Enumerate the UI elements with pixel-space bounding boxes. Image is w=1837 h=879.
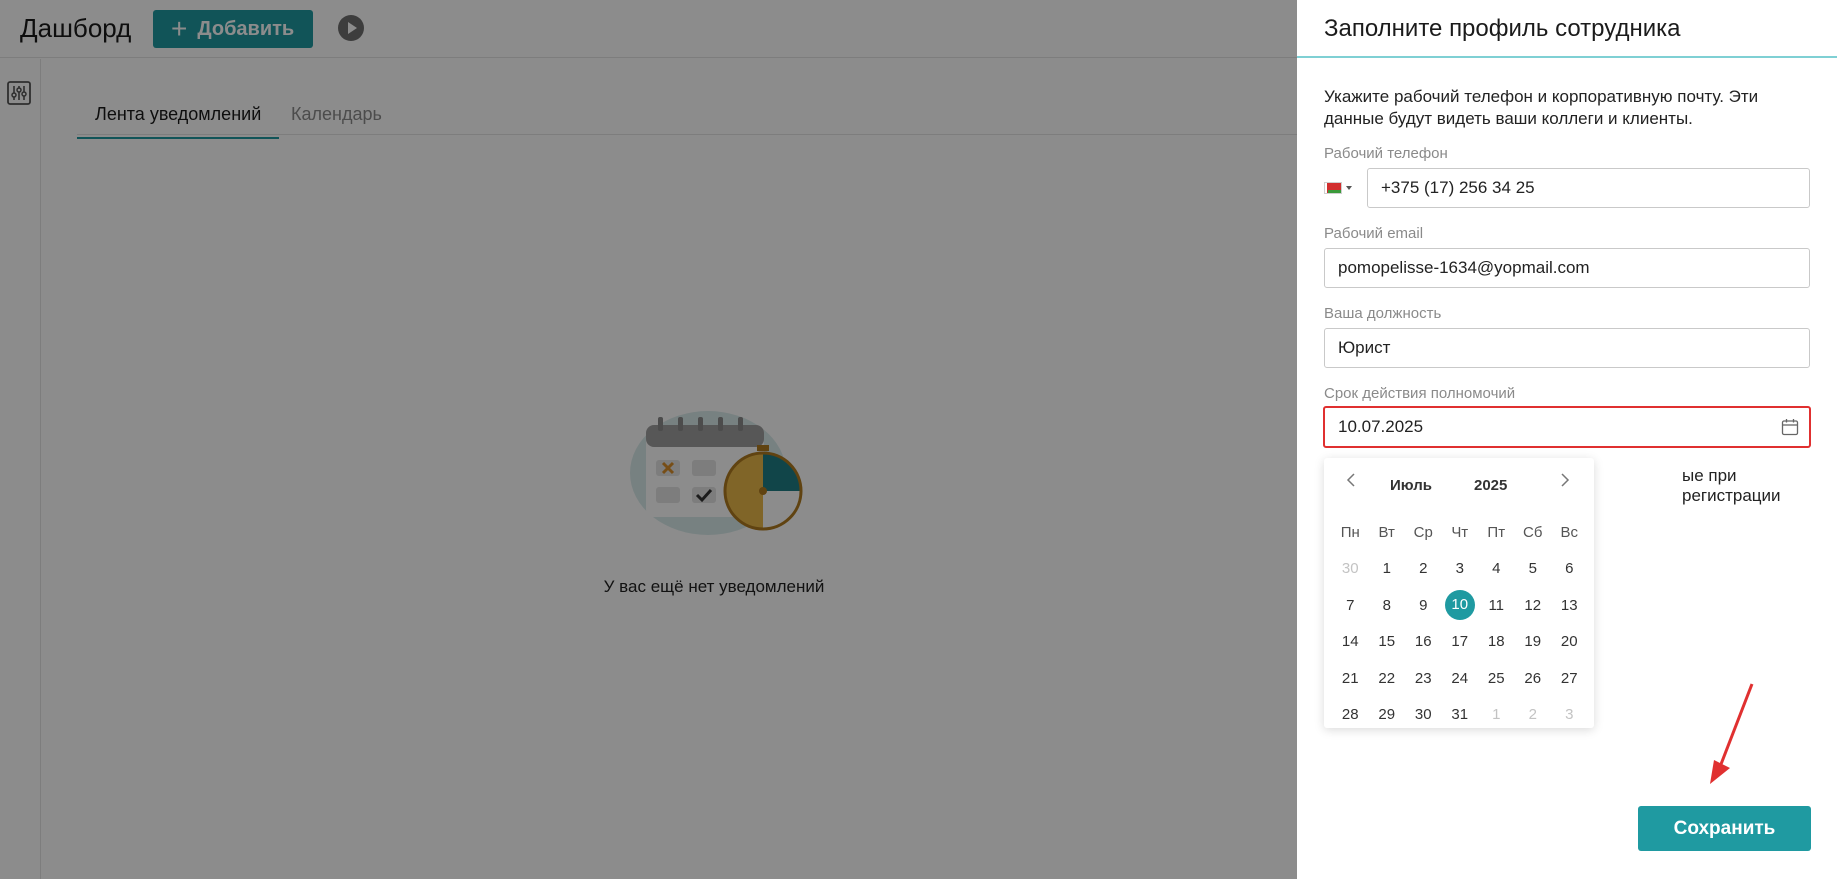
term-date-value: 10.07.2025 (1338, 417, 1424, 436)
day-cell[interactable]: 2 (1405, 560, 1442, 577)
day-cell[interactable]: 29 (1369, 706, 1406, 723)
day-cell[interactable]: 30 (1332, 560, 1369, 577)
position-field[interactable]: Юрист (1324, 328, 1810, 368)
day-cell[interactable]: 25 (1478, 670, 1515, 687)
week-row: 7 8 9 10 11 12 13 (1332, 587, 1588, 624)
chevron-right-icon[interactable] (1554, 470, 1574, 490)
datepicker-popup: Июль 2025 Пн Вт Ср Чт Пт Сб Вс 30 1 2 3 4 5 6 7… (1324, 458, 1594, 728)
day-cell[interactable]: 14 (1332, 633, 1369, 650)
panel-description: Укажите рабочий телефон и корпоративную … (1324, 87, 1759, 128)
calendar-icon[interactable] (1781, 418, 1799, 436)
weekday-header-row: Пн Вт Ср Чт Пт Сб Вс (1332, 514, 1588, 551)
term-date-field[interactable]: 10.07.2025 (1323, 406, 1811, 448)
day-cell[interactable]: 5 (1515, 560, 1552, 577)
weekday-label: Вт (1378, 523, 1395, 541)
belarus-flag-icon (1324, 182, 1342, 194)
weekday-label: Сб (1523, 523, 1543, 541)
panel-title: Заполните профиль сотрудника (1324, 15, 1681, 42)
day-cell[interactable]: 23 (1405, 670, 1442, 687)
datepicker-month[interactable]: Июль (1390, 477, 1432, 494)
day-cell[interactable]: 31 (1442, 706, 1479, 723)
weekday-label: Чт (1451, 523, 1469, 541)
week-row: 14 15 16 17 18 19 20 (1332, 624, 1588, 661)
day-cell[interactable]: 1 (1369, 560, 1406, 577)
position-label: Ваша должность (1324, 305, 1442, 322)
day-cell[interactable]: 12 (1515, 597, 1552, 614)
day-cell[interactable]: 13 (1551, 597, 1588, 614)
chevron-left-icon[interactable] (1342, 470, 1362, 490)
panel-header: Заполните профиль сотрудника (1297, 0, 1837, 58)
day-cell[interactable]: 20 (1551, 633, 1588, 650)
day-cell[interactable]: 24 (1442, 670, 1479, 687)
week-row: 30 1 2 3 4 5 6 (1332, 551, 1588, 588)
day-cell[interactable]: 1 (1478, 706, 1515, 723)
day-cell[interactable]: 18 (1478, 633, 1515, 650)
country-code-selector[interactable] (1324, 168, 1364, 208)
datepicker-grid: Пн Вт Ср Чт Пт Сб Вс 30 1 2 3 4 5 6 7 8 9 10 11 12 13… (1332, 514, 1588, 733)
day-cell[interactable]: 3 (1442, 560, 1479, 577)
day-cell[interactable]: 9 (1405, 597, 1442, 614)
day-cell[interactable]: 15 (1369, 633, 1406, 650)
weekday-label: Вс (1560, 523, 1578, 541)
day-cell[interactable]: 8 (1369, 597, 1406, 614)
day-cell[interactable]: 28 (1332, 706, 1369, 723)
day-cell[interactable]: 22 (1369, 670, 1406, 687)
day-cell[interactable]: 21 (1332, 670, 1369, 687)
email-field[interactable]: pomopelisse-1634@yopmail.com (1324, 248, 1810, 288)
modal-backdrop[interactable] (0, 0, 1297, 879)
phone-field[interactable]: +375 (17) 256 34 25 (1367, 168, 1810, 208)
day-cell[interactable]: 3 (1551, 706, 1588, 723)
week-row: 21 22 23 24 25 26 27 (1332, 660, 1588, 697)
day-cell[interactable]: 6 (1551, 560, 1588, 577)
day-cell-selected[interactable]: 10 (1442, 590, 1479, 621)
day-cell[interactable]: 27 (1551, 670, 1588, 687)
day-cell[interactable]: 26 (1515, 670, 1552, 687)
day-cell[interactable]: 2 (1515, 706, 1552, 723)
phone-label: Рабочий телефон (1324, 145, 1448, 162)
day-cell[interactable]: 16 (1405, 633, 1442, 650)
weekday-label: Пн (1340, 523, 1360, 541)
weekday-label: Ср (1413, 523, 1433, 541)
day-cell[interactable]: 19 (1515, 633, 1552, 650)
term-label: Срок действия полномочий (1324, 385, 1516, 402)
day-cell[interactable]: 7 (1332, 597, 1369, 614)
day-cell[interactable]: 30 (1405, 706, 1442, 723)
weekday-label: Пт (1487, 523, 1506, 541)
day-cell[interactable]: 17 (1442, 633, 1479, 650)
save-button[interactable]: Сохранить (1638, 806, 1811, 851)
day-cell[interactable]: 4 (1478, 560, 1515, 577)
obscured-consent-text: ые при регистрации (1682, 466, 1781, 505)
chevron-down-icon (1346, 186, 1352, 190)
email-label: Рабочий email (1324, 225, 1424, 242)
datepicker-year[interactable]: 2025 (1474, 477, 1507, 494)
day-cell[interactable]: 11 (1478, 597, 1515, 614)
week-row: 28 29 30 31 1 2 3 (1332, 697, 1588, 734)
annotation-arrow (1710, 683, 1754, 784)
